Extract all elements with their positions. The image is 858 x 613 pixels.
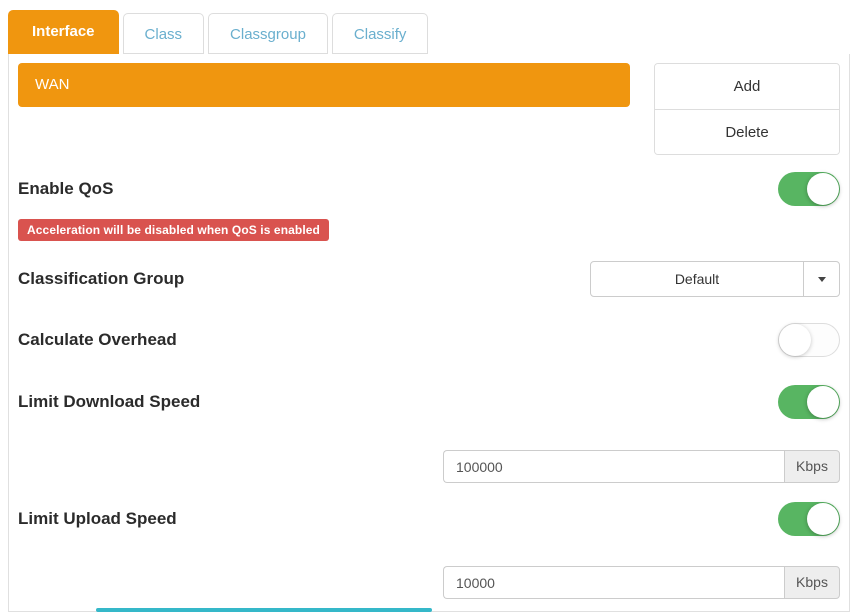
download-speed-input[interactable]: [443, 450, 784, 483]
upload-speed-input-group: Kbps: [443, 566, 840, 599]
upload-speed-input-row: Kbps: [18, 566, 840, 599]
tab-class[interactable]: Class: [123, 13, 205, 54]
tab-classify[interactable]: Classify: [332, 13, 429, 54]
calculate-overhead-row: Calculate Overhead: [18, 323, 840, 357]
toggle-knob: [807, 503, 839, 535]
calculate-overhead-toggle[interactable]: [778, 323, 840, 357]
limit-download-label: Limit Download Speed: [18, 392, 200, 412]
download-speed-input-group: Kbps: [443, 450, 840, 483]
horizontal-scrollbar-thumb[interactable]: [96, 608, 432, 612]
interface-tab-panel: WAN Add Delete Enable QoS Acceleration w…: [8, 54, 850, 612]
classification-group-value: Default: [591, 262, 803, 296]
limit-upload-toggle[interactable]: [778, 502, 840, 536]
interface-selector-row: WAN Add Delete: [18, 63, 840, 155]
qos-warning-row: Acceleration will be disabled when QoS i…: [18, 219, 840, 241]
download-speed-input-row: Kbps: [18, 450, 840, 483]
classification-group-label: Classification Group: [18, 269, 184, 289]
enable-qos-toggle[interactable]: [778, 172, 840, 206]
toggle-knob: [779, 324, 811, 356]
delete-button[interactable]: Delete: [655, 109, 839, 154]
upload-speed-input[interactable]: [443, 566, 784, 599]
toggle-knob: [807, 386, 839, 418]
interface-item-wan[interactable]: WAN: [18, 63, 630, 107]
enable-qos-label: Enable QoS: [18, 179, 113, 199]
tab-interface[interactable]: Interface: [8, 10, 119, 54]
tab-classgroup[interactable]: Classgroup: [208, 13, 328, 54]
download-speed-unit: Kbps: [784, 450, 840, 483]
enable-qos-row: Enable QoS: [18, 172, 840, 206]
limit-upload-row: Limit Upload Speed: [18, 502, 840, 536]
calculate-overhead-label: Calculate Overhead: [18, 330, 177, 350]
tab-bar: Interface Class Classgroup Classify: [0, 0, 858, 54]
select-caret-cell[interactable]: [803, 262, 839, 296]
limit-download-toggle[interactable]: [778, 385, 840, 419]
toggle-knob: [807, 173, 839, 205]
upload-speed-unit: Kbps: [784, 566, 840, 599]
interface-actions: Add Delete: [654, 63, 840, 155]
classification-group-row: Classification Group Default: [18, 261, 840, 297]
limit-download-row: Limit Download Speed: [18, 385, 840, 419]
classification-group-select[interactable]: Default: [590, 261, 840, 297]
add-button[interactable]: Add: [655, 64, 839, 109]
caret-down-icon: [818, 277, 826, 282]
qos-warning-badge: Acceleration will be disabled when QoS i…: [18, 219, 329, 241]
limit-upload-label: Limit Upload Speed: [18, 509, 177, 529]
